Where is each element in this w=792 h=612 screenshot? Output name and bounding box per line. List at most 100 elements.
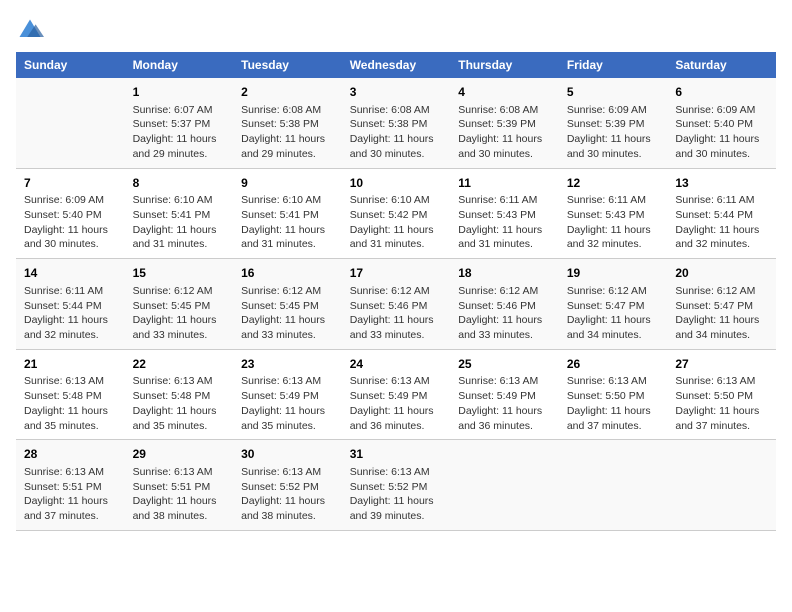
day-info: Sunrise: 6:08 AM Sunset: 5:38 PM Dayligh… <box>241 103 334 162</box>
day-number: 18 <box>458 265 551 282</box>
calendar-cell: 1 Sunrise: 6:07 AM Sunset: 5:37 PM Daylig… <box>125 78 234 168</box>
day-number: 12 <box>567 175 660 192</box>
calendar-cell: 18Sunrise: 6:12 AM Sunset: 5:46 PM Dayli… <box>450 259 559 350</box>
day-number: 6 <box>675 84 768 101</box>
day-number: 3 <box>350 84 443 101</box>
calendar-cell: 3 Sunrise: 6:08 AM Sunset: 5:38 PM Daylig… <box>342 78 451 168</box>
calendar-cell: 12Sunrise: 6:11 AM Sunset: 5:43 PM Dayli… <box>559 168 668 259</box>
day-info: Sunrise: 6:07 AM Sunset: 5:37 PM Dayligh… <box>133 103 226 162</box>
day-info: Sunrise: 6:12 AM Sunset: 5:47 PM Dayligh… <box>675 284 768 343</box>
header-sunday: Sunday <box>16 52 125 78</box>
day-number: 17 <box>350 265 443 282</box>
calendar-cell <box>16 78 125 168</box>
day-info: Sunrise: 6:08 AM Sunset: 5:39 PM Dayligh… <box>458 103 551 162</box>
day-number: 10 <box>350 175 443 192</box>
calendar-cell <box>667 440 776 531</box>
calendar-header-row: SundayMondayTuesdayWednesdayThursdayFrid… <box>16 52 776 78</box>
day-number: 11 <box>458 175 551 192</box>
day-number: 27 <box>675 356 768 373</box>
calendar-cell: 19Sunrise: 6:12 AM Sunset: 5:47 PM Dayli… <box>559 259 668 350</box>
header-wednesday: Wednesday <box>342 52 451 78</box>
calendar-week-row: 7Sunrise: 6:09 AM Sunset: 5:40 PM Daylig… <box>16 168 776 259</box>
logo <box>16 16 48 44</box>
calendar-cell: 15 Sunrise: 6:12 AM Sunset: 5:45 PM Dayli… <box>125 259 234 350</box>
day-number: 22 <box>133 356 226 373</box>
calendar-cell: 27Sunrise: 6:13 AM Sunset: 5:50 PM Dayli… <box>667 349 776 440</box>
calendar-cell: 30Sunrise: 6:13 AM Sunset: 5:52 PM Dayli… <box>233 440 342 531</box>
day-info: Sunrise: 6:12 AM Sunset: 5:45 PM Dayligh… <box>241 284 334 343</box>
day-number: 29 <box>133 446 226 463</box>
calendar-cell <box>450 440 559 531</box>
calendar-cell: 11Sunrise: 6:11 AM Sunset: 5:43 PM Dayli… <box>450 168 559 259</box>
calendar-cell: 29 Sunrise: 6:13 AM Sunset: 5:51 PM Dayli… <box>125 440 234 531</box>
day-info: Sunrise: 6:13 AM Sunset: 5:49 PM Dayligh… <box>458 374 551 433</box>
day-info: Sunrise: 6:10 AM Sunset: 5:41 PM Dayligh… <box>241 193 334 252</box>
day-info: Sunrise: 6:13 AM Sunset: 5:48 PM Dayligh… <box>133 374 226 433</box>
day-number: 25 <box>458 356 551 373</box>
header-saturday: Saturday <box>667 52 776 78</box>
calendar-cell: 20 Sunrise: 6:12 AM Sunset: 5:47 PM Dayli… <box>667 259 776 350</box>
day-number: 13 <box>675 175 768 192</box>
calendar-cell: 24Sunrise: 6:13 AM Sunset: 5:49 PM Dayli… <box>342 349 451 440</box>
day-number: 24 <box>350 356 443 373</box>
header-thursday: Thursday <box>450 52 559 78</box>
calendar-cell: 7Sunrise: 6:09 AM Sunset: 5:40 PM Daylig… <box>16 168 125 259</box>
calendar-cell <box>559 440 668 531</box>
day-info: Sunrise: 6:13 AM Sunset: 5:51 PM Dayligh… <box>133 465 226 524</box>
day-info: Sunrise: 6:08 AM Sunset: 5:38 PM Dayligh… <box>350 103 443 162</box>
day-info: Sunrise: 6:13 AM Sunset: 5:48 PM Dayligh… <box>24 374 117 433</box>
day-number: 26 <box>567 356 660 373</box>
day-number: 7 <box>24 175 117 192</box>
calendar-cell: 6 Sunrise: 6:09 AM Sunset: 5:40 PM Daylig… <box>667 78 776 168</box>
calendar-cell: 26Sunrise: 6:13 AM Sunset: 5:50 PM Dayli… <box>559 349 668 440</box>
day-info: Sunrise: 6:13 AM Sunset: 5:52 PM Dayligh… <box>241 465 334 524</box>
header-tuesday: Tuesday <box>233 52 342 78</box>
header-friday: Friday <box>559 52 668 78</box>
day-number: 28 <box>24 446 117 463</box>
day-info: Sunrise: 6:13 AM Sunset: 5:51 PM Dayligh… <box>24 465 117 524</box>
day-number: 2 <box>241 84 334 101</box>
calendar-week-row: 21Sunrise: 6:13 AM Sunset: 5:48 PM Dayli… <box>16 349 776 440</box>
calendar-cell: 8Sunrise: 6:10 AM Sunset: 5:41 PM Daylig… <box>125 168 234 259</box>
day-number: 14 <box>24 265 117 282</box>
calendar-cell: 25Sunrise: 6:13 AM Sunset: 5:49 PM Dayli… <box>450 349 559 440</box>
calendar-week-row: 1 Sunrise: 6:07 AM Sunset: 5:37 PM Daylig… <box>16 78 776 168</box>
day-info: Sunrise: 6:11 AM Sunset: 5:43 PM Dayligh… <box>458 193 551 252</box>
calendar-cell: 14 Sunrise: 6:11 AM Sunset: 5:44 PM Dayli… <box>16 259 125 350</box>
calendar-cell: 5Sunrise: 6:09 AM Sunset: 5:39 PM Daylig… <box>559 78 668 168</box>
calendar-cell: 28 Sunrise: 6:13 AM Sunset: 5:51 PM Dayli… <box>16 440 125 531</box>
day-info: Sunrise: 6:12 AM Sunset: 5:47 PM Dayligh… <box>567 284 660 343</box>
day-info: Sunrise: 6:12 AM Sunset: 5:46 PM Dayligh… <box>350 284 443 343</box>
calendar-cell: 21Sunrise: 6:13 AM Sunset: 5:48 PM Dayli… <box>16 349 125 440</box>
day-number: 8 <box>133 175 226 192</box>
day-info: Sunrise: 6:11 AM Sunset: 5:44 PM Dayligh… <box>675 193 768 252</box>
calendar-week-row: 28 Sunrise: 6:13 AM Sunset: 5:51 PM Dayli… <box>16 440 776 531</box>
day-info: Sunrise: 6:11 AM Sunset: 5:43 PM Dayligh… <box>567 193 660 252</box>
calendar-cell: 4Sunrise: 6:08 AM Sunset: 5:39 PM Daylig… <box>450 78 559 168</box>
calendar-cell: 13Sunrise: 6:11 AM Sunset: 5:44 PM Dayli… <box>667 168 776 259</box>
day-number: 20 <box>675 265 768 282</box>
day-number: 23 <box>241 356 334 373</box>
day-info: Sunrise: 6:13 AM Sunset: 5:52 PM Dayligh… <box>350 465 443 524</box>
calendar-cell: 10Sunrise: 6:10 AM Sunset: 5:42 PM Dayli… <box>342 168 451 259</box>
day-number: 1 <box>133 84 226 101</box>
calendar-cell: 22Sunrise: 6:13 AM Sunset: 5:48 PM Dayli… <box>125 349 234 440</box>
calendar-cell: 17 Sunrise: 6:12 AM Sunset: 5:46 PM Dayli… <box>342 259 451 350</box>
day-number: 9 <box>241 175 334 192</box>
logo-icon <box>16 16 44 44</box>
day-info: Sunrise: 6:10 AM Sunset: 5:41 PM Dayligh… <box>133 193 226 252</box>
day-info: Sunrise: 6:09 AM Sunset: 5:40 PM Dayligh… <box>675 103 768 162</box>
day-info: Sunrise: 6:09 AM Sunset: 5:40 PM Dayligh… <box>24 193 117 252</box>
calendar-cell: 9Sunrise: 6:10 AM Sunset: 5:41 PM Daylig… <box>233 168 342 259</box>
calendar-cell: 23Sunrise: 6:13 AM Sunset: 5:49 PM Dayli… <box>233 349 342 440</box>
day-number: 16 <box>241 265 334 282</box>
day-number: 21 <box>24 356 117 373</box>
day-info: Sunrise: 6:13 AM Sunset: 5:50 PM Dayligh… <box>675 374 768 433</box>
day-info: Sunrise: 6:09 AM Sunset: 5:39 PM Dayligh… <box>567 103 660 162</box>
day-info: Sunrise: 6:10 AM Sunset: 5:42 PM Dayligh… <box>350 193 443 252</box>
day-info: Sunrise: 6:11 AM Sunset: 5:44 PM Dayligh… <box>24 284 117 343</box>
day-info: Sunrise: 6:13 AM Sunset: 5:50 PM Dayligh… <box>567 374 660 433</box>
day-info: Sunrise: 6:12 AM Sunset: 5:45 PM Dayligh… <box>133 284 226 343</box>
calendar-week-row: 14 Sunrise: 6:11 AM Sunset: 5:44 PM Dayli… <box>16 259 776 350</box>
day-number: 15 <box>133 265 226 282</box>
